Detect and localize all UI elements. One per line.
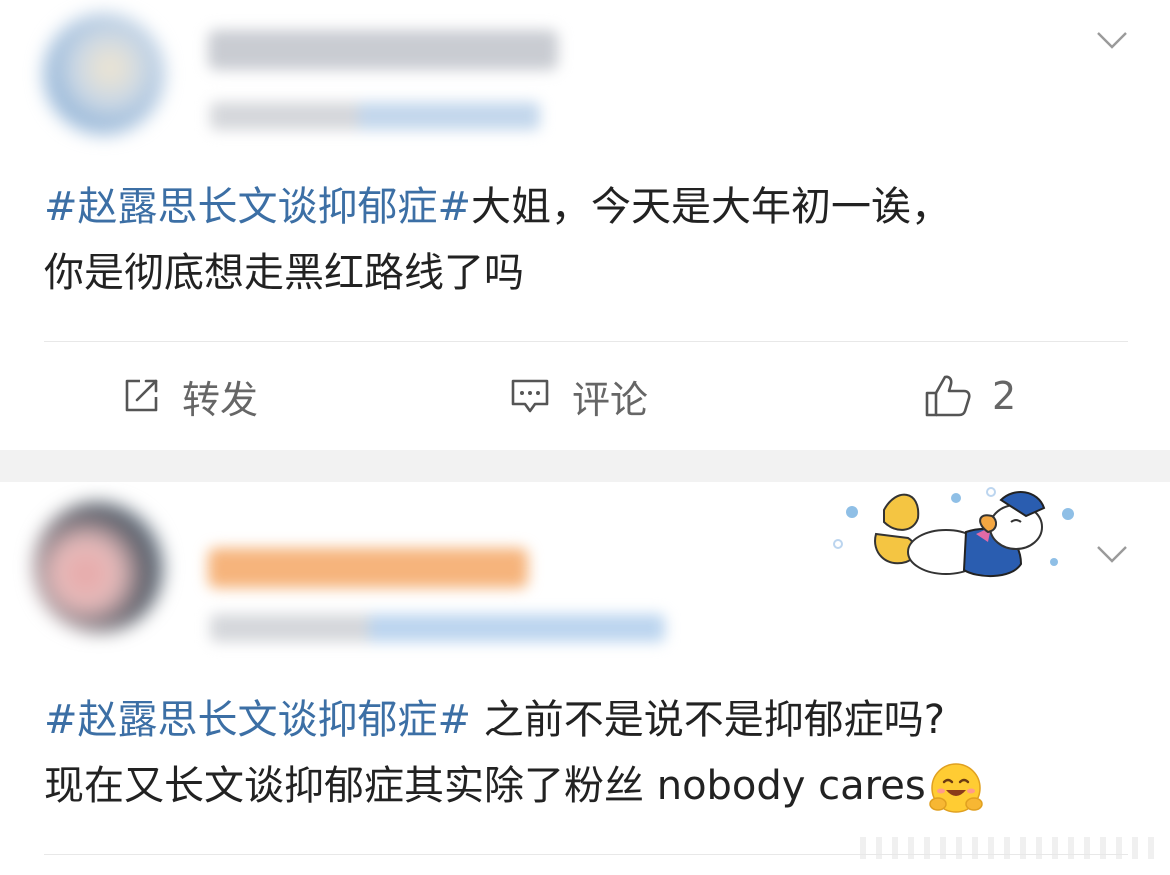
username-blurred[interactable] (208, 548, 528, 588)
repost-button[interactable]: 转发 (120, 372, 258, 422)
comment-button[interactable]: 评论 (508, 372, 648, 422)
hugging-emoji-icon (928, 763, 983, 813)
feed-separator (0, 450, 1170, 482)
post-meta-blurred (210, 102, 540, 130)
chevron-down-icon[interactable] (1096, 30, 1128, 50)
post-text-line1: 之前不是说不是抑郁症吗? (471, 697, 945, 743)
like-count: 2 (992, 374, 1017, 418)
comment-label: 评论 (572, 377, 649, 422)
user-avatar[interactable] (34, 502, 164, 632)
chevron-down-icon[interactable] (1096, 544, 1128, 564)
username-blurred[interactable] (208, 30, 558, 70)
user-avatar[interactable] (44, 14, 164, 134)
donald-duck-sticker (833, 487, 1074, 578)
hashtag-link[interactable]: #赵露思长文谈抑郁症# (44, 184, 471, 230)
post-text-line1: 大姐，今天是大年初一诶， (471, 184, 952, 230)
watermark-blur (860, 837, 1160, 859)
post-text: #赵露思长文谈抑郁症#大姐，今天是大年初一诶， 你是彻底想走黑红路线了吗 (44, 174, 1134, 306)
divider (44, 854, 1128, 855)
weibo-post-1: #赵露思长文谈抑郁症#大姐，今天是大年初一诶， 你是彻底想走黑红路线了吗 转发 … (0, 0, 1170, 450)
post-text-line2: 现在又长文谈抑郁症其实除了粉丝 nobody cares (44, 763, 926, 809)
repost-icon (125, 379, 158, 412)
post-text-line2: 你是彻底想走黑红路线了吗 (44, 250, 524, 296)
comment-icon (511, 379, 549, 413)
post-meta-blurred (210, 614, 665, 642)
post-text: #赵露思长文谈抑郁症# 之前不是说不是抑郁症吗? 现在又长文谈抑郁症其实除了粉丝… (44, 687, 1134, 819)
divider (44, 341, 1128, 342)
weibo-post-2: #赵露思长文谈抑郁症# 之前不是说不是抑郁症吗? 现在又长文谈抑郁症其实除了粉丝… (0, 482, 1170, 875)
hashtag-link[interactable]: #赵露思长文谈抑郁症# (44, 697, 471, 743)
like-button[interactable]: 2 (924, 372, 1016, 420)
repost-label: 转发 (182, 377, 259, 422)
thumbs-up-icon (925, 375, 971, 417)
